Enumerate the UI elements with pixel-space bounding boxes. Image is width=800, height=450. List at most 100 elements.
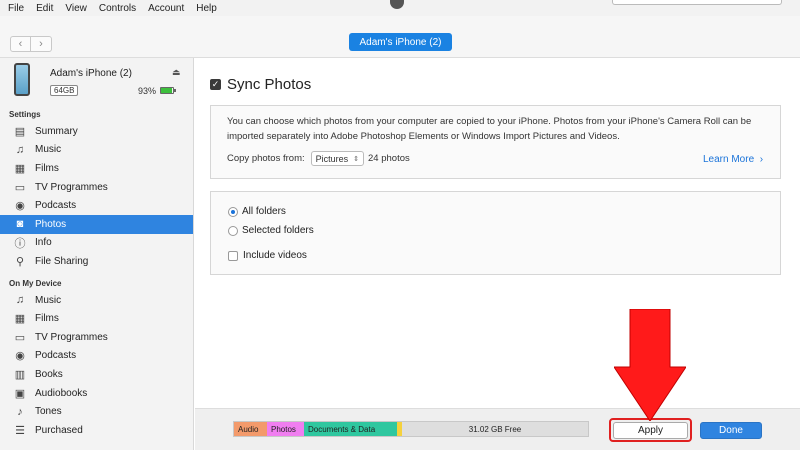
settings-item-podcasts[interactable]: ◉ Podcasts xyxy=(0,196,193,215)
settings-item-photos[interactable]: ◙ Photos xyxy=(0,214,193,234)
sidebar-item-label: Audiobooks xyxy=(35,387,88,399)
storage-free-segment: 31.02 GB Free xyxy=(402,422,588,436)
photo-source-value: Pictures xyxy=(315,153,349,164)
device-item-podcasts[interactable]: ◉ Podcasts xyxy=(0,347,193,366)
photo-source-panel: You can choose which photos from your co… xyxy=(210,105,781,179)
folder-options-panel: All folders Selected folders Include vid… xyxy=(210,191,781,275)
done-button[interactable]: Done xyxy=(700,422,762,439)
info-icon: ⓘ xyxy=(14,237,26,250)
menu-view[interactable]: View xyxy=(65,3,87,14)
menu-edit[interactable]: Edit xyxy=(36,3,53,14)
sidebar-item-label: Books xyxy=(35,368,63,380)
device-summary[interactable]: Adam's iPhone (2) ⏏ 64GB 93% xyxy=(0,58,193,108)
selected-folders-option[interactable]: Selected folders xyxy=(228,225,314,236)
sync-photos-checkbox[interactable]: ✓ xyxy=(210,79,221,90)
chevron-left-icon: ‹ xyxy=(18,38,23,50)
sidebar-item-label: Films xyxy=(35,162,59,174)
bell-icon: ♪ xyxy=(17,405,23,418)
capacity-badge: 64GB xyxy=(50,85,79,96)
battery-fill xyxy=(161,88,173,93)
chevron-right-icon: › xyxy=(756,154,764,165)
audiobooks-icon: ▣ xyxy=(14,387,26,400)
settings-item-file-sharing[interactable]: ⚲ File Sharing xyxy=(0,252,193,271)
search-input[interactable] xyxy=(612,0,782,5)
all-folders-option[interactable]: All folders xyxy=(228,206,286,217)
sidebar-item-label: TV Programmes xyxy=(35,331,108,343)
on-my-device-list: ♫ Music ▦ Films ▭ TV Programmes ◉ Podcasts ▥ Book… xyxy=(0,291,193,440)
forward-button[interactable]: › xyxy=(31,36,52,52)
settings-item-summary[interactable]: ▤ Summary xyxy=(0,122,193,141)
storage-docs-segment: Documents & Data xyxy=(304,422,397,436)
summary-icon: ▤ xyxy=(14,125,26,138)
settings-item-tv-programmes[interactable]: ▭ TV Programmes xyxy=(0,178,193,197)
sync-description: You can choose which photos from your co… xyxy=(227,116,752,142)
device-item-tones[interactable]: ♪ Tones xyxy=(0,402,193,421)
photo-source-select[interactable]: Pictures ⇕ xyxy=(310,151,365,166)
menu-controls[interactable]: Controls xyxy=(99,3,136,14)
settings-header: Settings xyxy=(9,110,41,119)
copy-from-row: Copy photos from: Pictures ⇕ 24 photos xyxy=(227,151,410,166)
menu-account[interactable]: Account xyxy=(148,3,184,14)
menu-bar: File Edit View Controls Account Help xyxy=(0,0,800,16)
camera-icon: ◙ xyxy=(16,218,24,231)
settings-item-music[interactable]: ♫ Music xyxy=(0,141,193,160)
include-videos-label: Include videos xyxy=(243,250,307,261)
sidebar-item-label: Info xyxy=(35,237,52,249)
bottom-bar: Audio Photos Documents & Data 31.02 GB F… xyxy=(195,408,800,450)
sidebar-item-label: Music xyxy=(35,294,62,306)
settings-item-films[interactable]: ▦ Films xyxy=(0,159,193,178)
tv-icon: ▭ xyxy=(14,181,26,194)
toolbar: ‹ › Adam's iPhone (2) xyxy=(0,16,800,58)
device-name: Adam's iPhone (2) xyxy=(50,68,132,79)
back-button[interactable]: ‹ xyxy=(10,36,31,52)
red-arrow-icon xyxy=(614,309,686,421)
film-icon: ▦ xyxy=(14,313,26,326)
sidebar-item-label: Podcasts xyxy=(35,200,77,212)
apple-logo-icon xyxy=(390,0,404,9)
device-item-tv-programmes[interactable]: ▭ TV Programmes xyxy=(0,328,193,347)
sidebar-item-label: File Sharing xyxy=(35,255,89,267)
menu-file[interactable]: File xyxy=(8,3,24,14)
learn-more-label: Learn More xyxy=(703,154,755,165)
history-nav: ‹ › xyxy=(10,36,52,52)
include-videos-checkbox[interactable] xyxy=(228,250,238,261)
battery-icon xyxy=(160,87,176,94)
sidebar-item-label: Music xyxy=(35,144,62,156)
sidebar-item-label: Tones xyxy=(35,406,62,418)
on-my-device-header: On My Device xyxy=(9,278,62,288)
all-folders-label: All folders xyxy=(242,206,286,217)
selected-folders-radio[interactable] xyxy=(228,225,238,236)
chevron-right-icon: › xyxy=(39,38,43,50)
iphone-icon xyxy=(14,63,30,96)
podcast-icon: ◉ xyxy=(15,350,25,363)
storage-audio-segment: Audio xyxy=(234,422,267,436)
all-folders-radio[interactable] xyxy=(228,206,238,217)
eject-icon[interactable]: ⏏ xyxy=(172,67,181,78)
sidebar-item-label: Films xyxy=(35,313,59,325)
sync-photos-title: Sync Photos xyxy=(227,76,312,93)
learn-more-link[interactable]: Learn More › xyxy=(703,154,763,165)
include-videos-option[interactable]: Include videos xyxy=(228,250,307,261)
device-item-films[interactable]: ▦ Films xyxy=(0,309,193,328)
device-item-music[interactable]: ♫ Music xyxy=(0,291,193,310)
file-sharing-icon: ⚲ xyxy=(15,255,25,268)
device-button[interactable]: Adam's iPhone (2) xyxy=(349,33,452,51)
photo-count: 24 photos xyxy=(368,153,410,164)
sidebar: Adam's iPhone (2) ⏏ 64GB 93% Settings ▤ S… xyxy=(0,58,194,450)
menu-help[interactable]: Help xyxy=(196,3,217,14)
copy-from-label: Copy photos from: xyxy=(227,153,305,164)
settings-list: ▤ Summary ♫ Music ▦ Films ▭ TV Programmes ◉ Podca… xyxy=(0,122,193,271)
sidebar-item-label: Photos xyxy=(35,218,67,230)
settings-item-info[interactable]: ⓘ Info xyxy=(0,234,193,253)
sidebar-item-label: Purchased xyxy=(35,424,83,436)
device-item-purchased[interactable]: ☰ Purchased xyxy=(0,421,193,440)
battery-percent: 93% xyxy=(138,86,157,96)
device-item-audiobooks[interactable]: ▣ Audiobooks xyxy=(0,384,193,403)
tv-icon: ▭ xyxy=(14,331,26,344)
main-content: ✓ Sync Photos You can choose which photo… xyxy=(195,58,800,408)
updown-arrow-icon: ⇕ xyxy=(353,155,360,163)
podcast-icon: ◉ xyxy=(15,200,25,213)
music-icon: ♫ xyxy=(15,294,25,307)
apply-button[interactable]: Apply xyxy=(613,422,688,439)
device-item-books[interactable]: ▥ Books xyxy=(0,365,193,384)
